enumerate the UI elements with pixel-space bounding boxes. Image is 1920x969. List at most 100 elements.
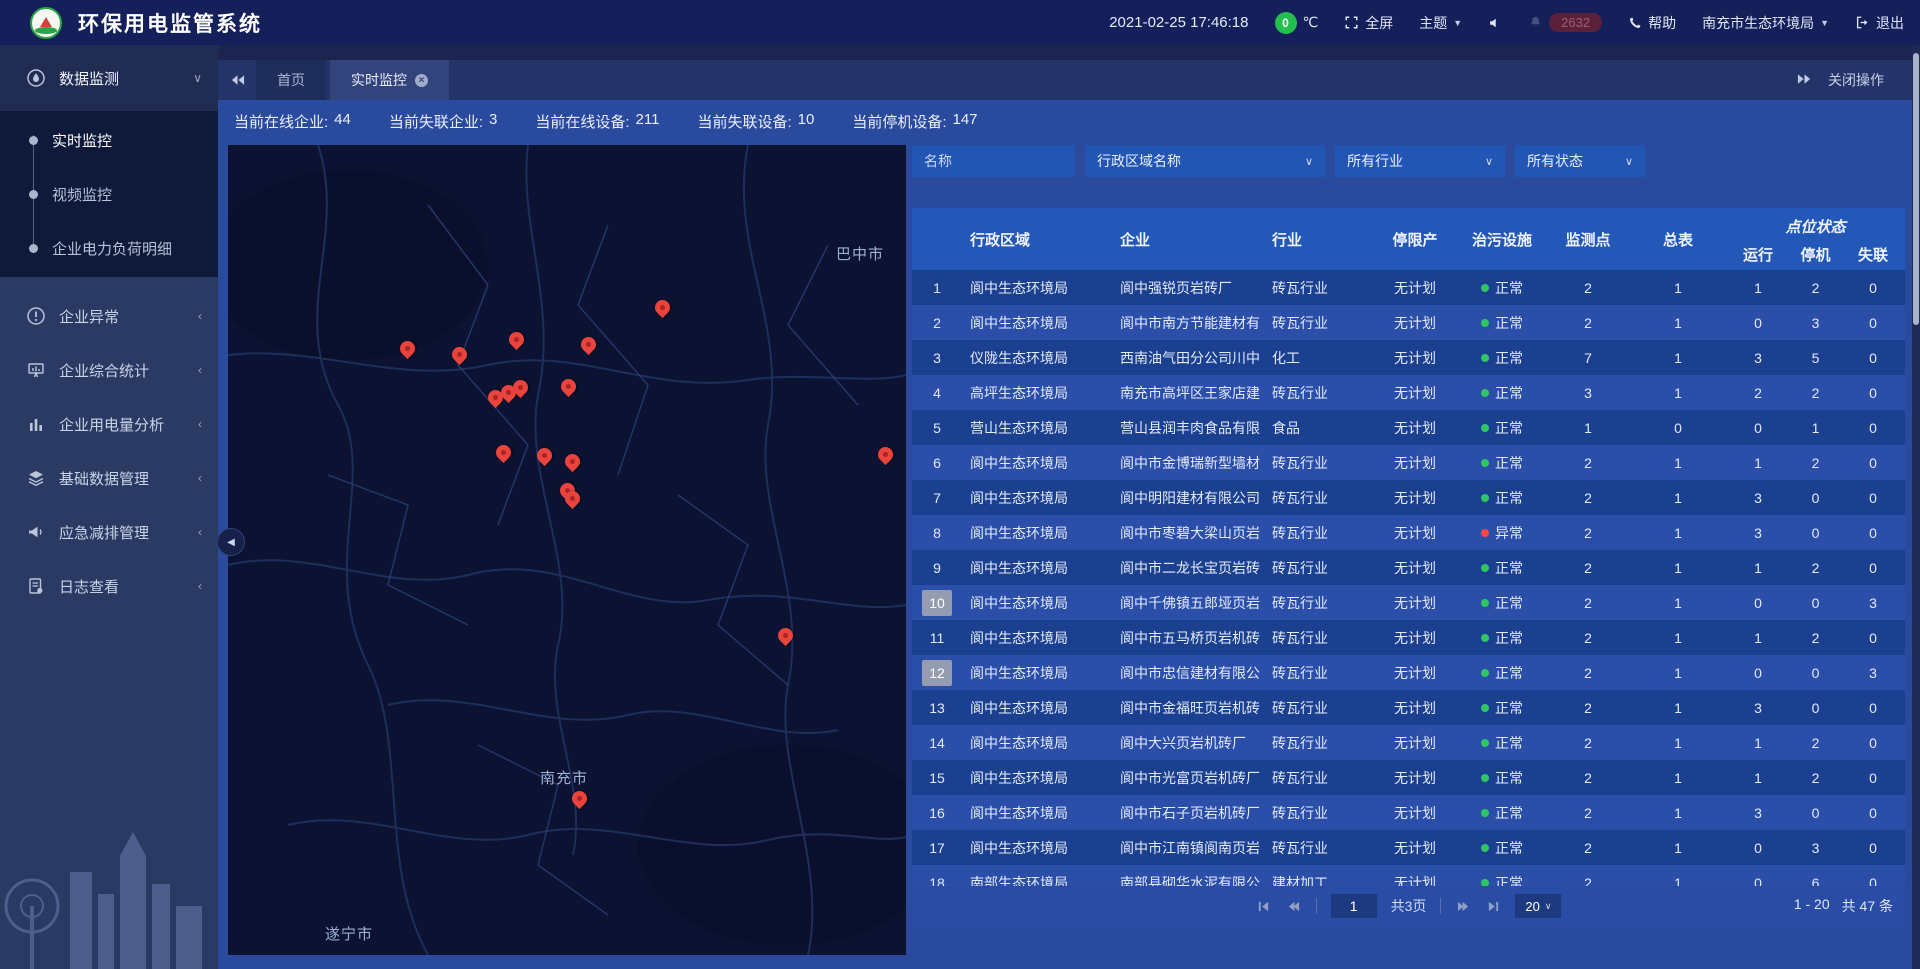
map-city-label: 南充市 <box>540 767 588 788</box>
cell-index: 12 <box>912 655 962 690</box>
table-row[interactable]: 14 阆中生态环境局 阆中大兴页岩机砖厂 砖瓦行业 无计划 正常 2 1 1 2 <box>912 725 1905 760</box>
table-row[interactable]: 7 阆中生态环境局 阆中明阳建材有限公司 砖瓦行业 无计划 正常 2 1 3 0 <box>912 480 1905 515</box>
sidebar-item-video-monitoring[interactable]: 视频监控 <box>0 167 218 221</box>
industry-filter-select[interactable]: 所有行业 ∨ <box>1335 145 1505 177</box>
table-row[interactable]: 9 阆中生态环境局 阆中市二龙长宝页岩砖 砖瓦行业 无计划 正常 2 1 1 2 <box>912 550 1905 585</box>
tab-home[interactable]: 首页 <box>256 60 326 100</box>
cell-stop: 2 <box>1788 760 1843 795</box>
name-filter-input[interactable] <box>912 145 1075 177</box>
table-row[interactable]: 6 阆中生态环境局 阆中市金博瑞新型墙材 砖瓦行业 无计划 正常 2 1 1 2 <box>912 445 1905 480</box>
cell-facility-status: 正常 <box>1456 375 1548 410</box>
cell-index: 13 <box>912 690 962 725</box>
tabs-scroll-left-button[interactable] <box>218 60 256 100</box>
sidebar-group-power-analysis[interactable]: 企业用电量分析 ‹ <box>0 397 218 451</box>
next-page-button[interactable] <box>1455 898 1471 914</box>
map-collapse-button[interactable]: ◀ <box>217 528 245 556</box>
notifications-widget[interactable]: 2632 <box>1528 13 1602 32</box>
table-row[interactable]: 3 仪陇生态环境局 西南油气田分公司川中 化工 无计划 正常 7 1 3 5 <box>912 340 1905 375</box>
cell-index: 3 <box>912 340 962 375</box>
close-tab-icon[interactable]: × <box>415 74 428 87</box>
gis-map[interactable]: 巴中市南充市遂宁市 ◀ <box>228 145 906 955</box>
cell-facility-status: 正常 <box>1456 760 1548 795</box>
volume-button[interactable] <box>1488 16 1502 30</box>
page-size-select[interactable]: 20 ∨ <box>1515 894 1561 918</box>
cell-meters: 1 <box>1628 585 1728 620</box>
sidebar-item-realtime-monitoring[interactable]: 实时监控 <box>0 113 218 167</box>
cell-run: 3 <box>1728 340 1788 375</box>
cell-lost: 0 <box>1843 830 1903 865</box>
table-row[interactable]: 4 高坪生态环境局 南充市高坪区王家店建 砖瓦行业 无计划 正常 3 1 2 2 <box>912 375 1905 410</box>
cell-meters: 1 <box>1628 515 1728 550</box>
table-row[interactable]: 18 南部生态环境局 南部县砌华水泥有限公 建材加工 无计划 正常 2 1 0 … <box>912 865 1905 886</box>
table-row[interactable]: 16 阆中生态环境局 阆中市石子页岩机砖厂 砖瓦行业 无计划 正常 2 1 3 … <box>912 795 1905 830</box>
cell-run: 0 <box>1728 305 1788 340</box>
page-scrollbar[interactable] <box>1912 45 1920 969</box>
cell-lost: 0 <box>1843 690 1903 725</box>
sidebar-group-enterprise-abnormal[interactable]: 企业异常 ‹ <box>0 289 218 343</box>
double-arrow-right-icon <box>1797 72 1812 88</box>
first-page-button[interactable] <box>1256 898 1272 914</box>
cell-lost: 0 <box>1843 760 1903 795</box>
table-row[interactable]: 2 阆中生态环境局 阆中市南方节能建材有 砖瓦行业 无计划 正常 2 1 0 3 <box>912 305 1905 340</box>
table-row[interactable]: 8 阆中生态环境局 阆中市枣碧大梁山页岩 砖瓦行业 无计划 异常 2 1 3 0 <box>912 515 1905 550</box>
stat-online-devices: 当前在线设备:211 <box>535 111 659 132</box>
column-header-facility: 治污设施 <box>1456 208 1548 270</box>
cell-plan: 无计划 <box>1374 340 1456 375</box>
table-row[interactable]: 12 阆中生态环境局 阆中市忠信建材有限公 砖瓦行业 无计划 正常 2 1 0 … <box>912 655 1905 690</box>
table-row[interactable]: 1 阆中生态环境局 阆中强锐页岩砖厂 砖瓦行业 无计划 正常 2 1 1 2 <box>912 270 1905 305</box>
cell-meters: 1 <box>1628 865 1728 886</box>
sidebar-group-base-data[interactable]: 基础数据管理 ‹ <box>0 451 218 505</box>
sidebar-group-log-view[interactable]: 日志查看 ‹ <box>0 559 218 613</box>
cell-meters: 1 <box>1628 760 1728 795</box>
column-header-index <box>912 208 962 270</box>
cell-industry: 砖瓦行业 <box>1264 445 1374 480</box>
cell-plan: 无计划 <box>1374 480 1456 515</box>
cell-run: 0 <box>1728 655 1788 690</box>
cell-plan: 无计划 <box>1374 375 1456 410</box>
tab-realtime-monitoring[interactable]: 实时监控 × <box>330 60 449 100</box>
sidebar-group-emergency-reduction[interactable]: 应急减排管理 ‹ <box>0 505 218 559</box>
org-dropdown[interactable]: 南充市生态环境局 ▼ <box>1702 13 1829 33</box>
cell-company: 阆中市金福旺页岩机砖 <box>1112 690 1264 725</box>
cell-meters: 1 <box>1628 620 1728 655</box>
close-operations-button[interactable]: 关闭操作 <box>1797 60 1912 100</box>
page-number-input[interactable]: 1 <box>1331 894 1377 918</box>
pagination-bar: 1 共3页 20 ∨ 1 - 20 共 47 条 <box>912 886 1905 926</box>
table-row[interactable]: 5 营山生态环境局 营山县润丰肉食品有限 食品 无计划 正常 1 0 0 1 <box>912 410 1905 445</box>
cell-run: 3 <box>1728 480 1788 515</box>
fullscreen-button[interactable]: 全屏 <box>1344 13 1393 33</box>
sidebar-group-enterprise-statistics[interactable]: 企业综合统计 ‹ <box>0 343 218 397</box>
column-header-stop: 停机 <box>1788 239 1843 270</box>
divider <box>1440 898 1441 914</box>
cell-meters: 1 <box>1628 270 1728 305</box>
sidebar-item-power-load-detail[interactable]: 企业电力负荷明细 <box>0 221 218 275</box>
cell-run: 1 <box>1728 760 1788 795</box>
status-filter-select[interactable]: 所有状态 ∨ <box>1515 145 1645 177</box>
total-pages-label: 共3页 <box>1391 896 1427 916</box>
logout-button[interactable]: 退出 <box>1855 13 1904 33</box>
cell-stop: 3 <box>1788 830 1843 865</box>
cell-stop: 0 <box>1788 690 1843 725</box>
cell-stop: 2 <box>1788 725 1843 760</box>
cell-points: 2 <box>1548 760 1628 795</box>
region-filter-select[interactable]: 行政区域名称 ∨ <box>1085 145 1325 177</box>
table-row[interactable]: 13 阆中生态环境局 阆中市金福旺页岩机砖 砖瓦行业 无计划 正常 2 1 3 … <box>912 690 1905 725</box>
previous-page-button[interactable] <box>1286 898 1302 914</box>
stats-board-icon <box>26 360 46 380</box>
last-page-button[interactable] <box>1485 898 1501 914</box>
sidebar-group-data-monitoring[interactable]: 数据监测 ∨ <box>0 45 218 111</box>
cell-region: 阆中生态环境局 <box>962 655 1112 690</box>
cell-points: 2 <box>1548 515 1628 550</box>
cell-points: 2 <box>1548 480 1628 515</box>
sidebar-nav: 数据监测 ∨ 实时监控 视频监控 企业电力负荷明细 企业异常 ‹ 企业综合统计 … <box>0 45 218 969</box>
table-row[interactable]: 11 阆中生态环境局 阆中市五马桥页岩机砖 砖瓦行业 无计划 正常 2 1 1 … <box>912 620 1905 655</box>
theme-dropdown[interactable]: 主题 ▼ <box>1419 13 1462 33</box>
app-logo <box>30 7 62 39</box>
table-row[interactable]: 17 阆中生态环境局 阆中市江南镇阆南页岩 砖瓦行业 无计划 正常 2 1 0 … <box>912 830 1905 865</box>
table-row[interactable]: 15 阆中生态环境局 阆中市光富页岩机砖厂 砖瓦行业 无计划 正常 2 1 1 … <box>912 760 1905 795</box>
cell-plan: 无计划 <box>1374 620 1456 655</box>
help-button[interactable]: 帮助 <box>1628 13 1676 33</box>
cell-plan: 无计划 <box>1374 270 1456 305</box>
scrollbar-thumb[interactable] <box>1913 53 1919 325</box>
table-row[interactable]: 10 阆中生态环境局 阆中千佛镇五郎垭页岩 砖瓦行业 无计划 正常 2 1 0 … <box>912 585 1905 620</box>
